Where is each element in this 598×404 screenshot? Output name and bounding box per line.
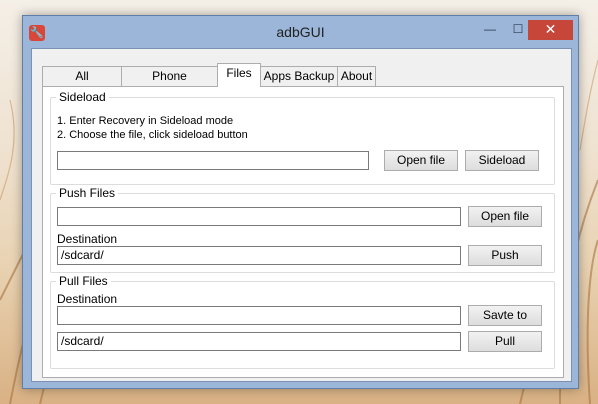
tab-all-commands[interactable]: All Commands — [42, 66, 122, 102]
pull-source-field[interactable] — [57, 332, 461, 351]
push-destination-label: Destination — [57, 232, 118, 246]
pull-files-group: Pull Files Destination Savte to Pull — [50, 274, 555, 369]
pull-button[interactable]: Pull — [468, 331, 542, 352]
minimize-button[interactable]: — — [477, 20, 503, 40]
push-file-field[interactable] — [57, 207, 461, 226]
sideload-open-file-button[interactable]: Open file — [384, 150, 458, 171]
sideload-step-1: 1. Enter Recovery in Sideload mode — [57, 115, 234, 127]
tab-files[interactable]: Files — [217, 63, 261, 87]
sideload-button[interactable]: Sideload — [465, 150, 539, 171]
sideload-step-2: 2. Choose the file, click sideload butto… — [57, 129, 248, 141]
files-tab-panel: Sideload 1. Enter Recovery in Sideload m… — [42, 86, 564, 378]
sideload-file-field[interactable] — [57, 151, 369, 170]
tab-phone-information[interactable]: Phone Information — [121, 66, 218, 102]
tab-about[interactable]: About — [337, 66, 376, 86]
app-window: 🔧 adbGUI — ☐ ✕ All Commands Phone Inform… — [22, 15, 579, 389]
save-to-button[interactable]: Savte to — [468, 305, 542, 326]
window-client-area: All Commands Phone Information Files App… — [31, 48, 572, 382]
tab-apps-backup[interactable]: Apps Backup — [260, 66, 338, 86]
push-files-group: Push Files Open file Destination Push — [50, 186, 555, 273]
sideload-group: Sideload 1. Enter Recovery in Sideload m… — [50, 90, 555, 185]
pull-destination-field[interactable] — [57, 306, 461, 325]
title-bar[interactable]: 🔧 adbGUI — ☐ ✕ — [23, 16, 578, 48]
pull-destination-label: Destination — [57, 292, 118, 306]
push-files-group-title: Push Files — [56, 186, 119, 200]
sideload-group-title: Sideload — [56, 90, 109, 104]
push-destination-field[interactable] — [57, 246, 461, 265]
pull-files-group-title: Pull Files — [56, 274, 111, 288]
close-button[interactable]: ✕ — [528, 20, 573, 40]
push-open-file-button[interactable]: Open file — [468, 206, 542, 227]
push-button[interactable]: Push — [468, 245, 542, 266]
